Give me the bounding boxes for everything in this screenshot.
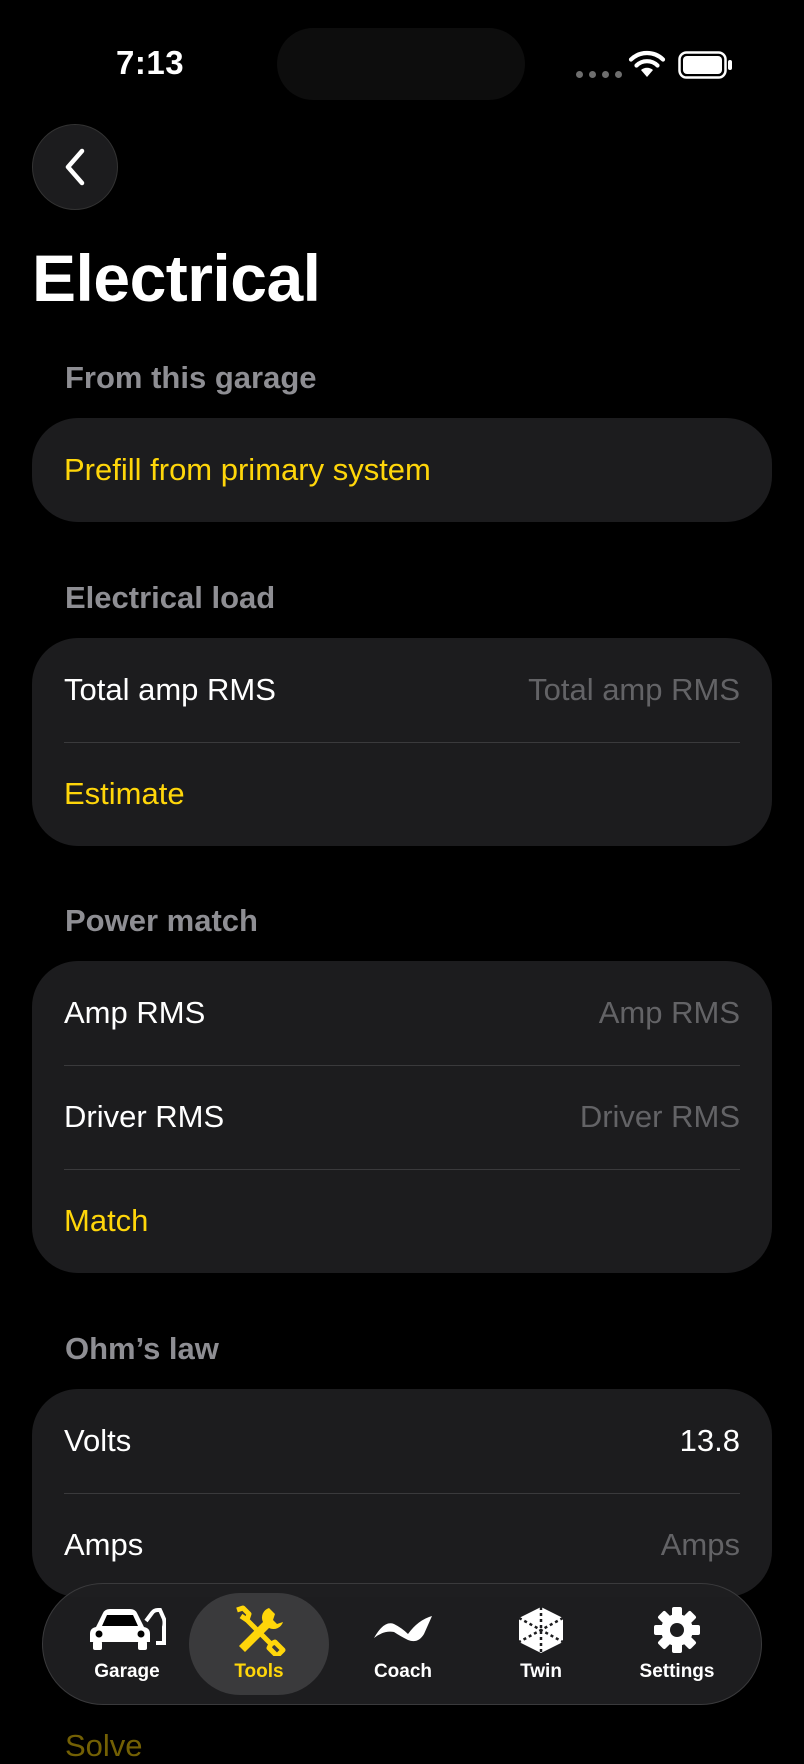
driver-rms-input[interactable] [420, 1099, 740, 1135]
gear-icon [654, 1607, 700, 1653]
wifi-icon [628, 51, 666, 77]
volts-label: Volts [64, 1423, 132, 1458]
match-row[interactable]: Match [32, 1169, 772, 1273]
driver-rms-row: Driver RMS [32, 1065, 772, 1169]
cube-icon [518, 1607, 564, 1653]
chevron-left-icon [65, 148, 85, 186]
card-power-match: Amp RMS Driver RMS Match [32, 961, 772, 1273]
card-garage: Prefill from primary system [32, 418, 772, 522]
total-amp-row: Total amp RMS [32, 638, 772, 742]
waveform-icon [374, 1616, 432, 1642]
back-button[interactable] [32, 124, 118, 210]
amp-rms-row: Amp RMS [32, 961, 772, 1065]
total-amp-input[interactable] [420, 672, 740, 708]
volts-row: Volts [32, 1389, 772, 1493]
prefill-row[interactable]: Prefill from primary system [32, 418, 772, 522]
prefill-button[interactable]: Prefill from primary system [64, 452, 431, 488]
section-header-ohms: Ohm’s law [65, 1331, 219, 1366]
car-icon [90, 1608, 166, 1650]
tab-settings[interactable]: Settings [607, 1593, 747, 1695]
tab-label-tools: Tools [234, 1661, 284, 1682]
tab-garage[interactable]: Garage [57, 1593, 197, 1695]
section-header-load: Electrical load [65, 580, 276, 615]
amp-rms-label: Amp RMS [64, 995, 206, 1030]
match-button[interactable]: Match [64, 1203, 148, 1239]
tab-label-settings: Settings [639, 1661, 715, 1682]
volts-input[interactable] [420, 1423, 740, 1459]
tools-icon [236, 1605, 286, 1656]
section-header-power: Power match [65, 903, 258, 938]
battery-icon [678, 51, 732, 79]
card-electrical-load: Total amp RMS Estimate [32, 638, 772, 846]
section-header-garage: From this garage [65, 360, 317, 395]
tab-label-garage: Garage [94, 1661, 160, 1682]
amps-label: Amps [64, 1527, 144, 1562]
amps-row: Amps [32, 1493, 772, 1597]
page-title: Electrical [32, 241, 321, 315]
status-bar: 7:13 [0, 0, 804, 130]
status-time: 7:13 [116, 44, 185, 81]
amps-input[interactable] [420, 1527, 740, 1563]
tab-twin[interactable]: Twin [471, 1593, 611, 1695]
total-amp-label: Total amp RMS [64, 672, 276, 707]
card-ohms-law: Volts Amps [32, 1389, 772, 1597]
dynamic-island [277, 28, 525, 100]
tab-coach[interactable]: Coach [333, 1593, 473, 1695]
amp-rms-input[interactable] [420, 995, 740, 1031]
tab-label-coach: Coach [373, 1661, 433, 1682]
driver-rms-label: Driver RMS [64, 1099, 225, 1134]
tab-tools[interactable]: Tools [189, 1593, 329, 1695]
estimate-row[interactable]: Estimate [32, 742, 772, 846]
solve-button[interactable]: Solve [65, 1728, 143, 1764]
tab-bar: Garage Tools Coach Twin Settings [42, 1583, 762, 1705]
tab-label-twin: Twin [520, 1661, 562, 1682]
cellular-signal-icon [576, 71, 622, 78]
estimate-button[interactable]: Estimate [64, 776, 185, 812]
